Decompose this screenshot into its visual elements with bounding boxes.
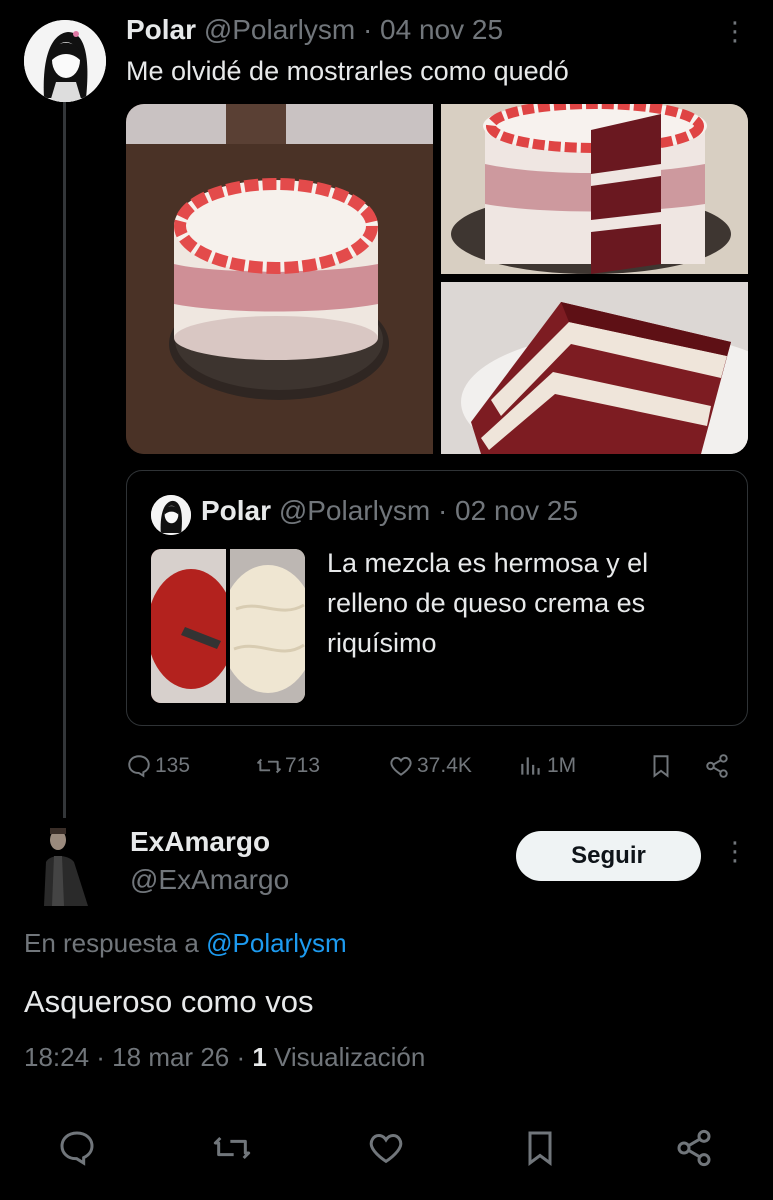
bookmark-icon — [528, 1131, 552, 1166]
retweet-action[interactable]: 713 — [256, 748, 320, 784]
retweet-count: 713 — [285, 754, 321, 777]
more-options-icon[interactable]: ⋮ — [722, 16, 748, 47]
quote-text: La mezcla es hermosa y el relleno de que… — [327, 548, 649, 658]
share-icon — [706, 754, 728, 778]
cake-slice-closeup-image[interactable] — [441, 282, 748, 454]
bookmark-button[interactable] — [518, 1126, 562, 1170]
retweet-icon — [257, 758, 281, 774]
reply-action[interactable]: 135 — [126, 748, 190, 784]
cake-sliced-image[interactable] — [441, 104, 748, 274]
reply-meta: 18:24 · 18 mar 26 · 1 Visualización — [24, 1042, 425, 1073]
reply-icon — [128, 755, 150, 778]
retweet-icon — [213, 1136, 251, 1160]
bookmark-icon — [653, 755, 669, 778]
reply-text: Asqueroso como vos — [24, 984, 314, 1019]
author-name[interactable]: Polar — [126, 14, 196, 45]
reply-action-bar — [0, 1120, 773, 1176]
like-button[interactable] — [364, 1126, 408, 1170]
avatar-image — [44, 826, 92, 906]
analytics-icon — [521, 757, 540, 775]
media-grid — [126, 104, 748, 454]
thread-connector-line — [63, 100, 66, 818]
views-count: 1M — [547, 754, 577, 777]
reply-icon — [60, 1131, 94, 1166]
share-action[interactable] — [704, 748, 730, 784]
in-reply-to: En respuesta a @Polarlysm — [24, 928, 347, 959]
quote-author-name: Polar — [201, 495, 272, 526]
more-options-icon[interactable]: ⋮ — [722, 836, 748, 867]
follow-button[interactable]: Seguir — [516, 831, 701, 881]
in-reply-prefix: En respuesta a — [24, 928, 199, 958]
like-count: 37.4K — [417, 754, 472, 777]
reply-views-label: Visualización — [266, 1042, 426, 1072]
reply-author-name[interactable]: ExAmargo — [130, 826, 270, 858]
tweet-date[interactable]: · 04 nov 25 — [363, 14, 503, 45]
heart-icon — [369, 1133, 403, 1164]
share-icon — [677, 1129, 711, 1167]
avatar[interactable] — [151, 495, 191, 535]
bookmark-action[interactable] — [648, 748, 674, 784]
avatar[interactable] — [44, 826, 92, 906]
reply-views-count: 1 — [252, 1042, 267, 1072]
reply-count: 135 — [155, 754, 191, 777]
reply-author-handle[interactable]: @ExAmargo — [130, 864, 289, 896]
tweet-text: Me olvidé de mostrarles como quedó — [126, 56, 569, 86]
cake-whole-image[interactable] — [126, 104, 433, 454]
quoted-tweet[interactable]: Polar @Polarlysm · 02 nov 25 La mezcla e… — [126, 470, 748, 726]
tweet-action-bar: 135 713 37.4K 1M — [126, 748, 748, 784]
quote-header: Polar @Polarlysm · 02 nov 25 — [201, 495, 578, 527]
avatar-image — [24, 20, 106, 102]
quote-author-handle: @Polarlysm — [278, 495, 431, 526]
cream-cheese-filling-image — [230, 549, 305, 703]
author-handle[interactable]: @Polarlysm — [204, 14, 355, 45]
avatar[interactable] — [24, 20, 106, 102]
reply-button[interactable] — [55, 1126, 99, 1170]
quote-date: · 02 nov 25 — [437, 495, 579, 526]
heart-icon — [390, 756, 412, 776]
retweet-button[interactable] — [210, 1126, 254, 1170]
like-action[interactable]: 37.4K — [388, 748, 472, 784]
in-reply-mention-link[interactable]: @Polarlysm — [206, 928, 347, 958]
batter-bowl-image — [151, 549, 226, 703]
avatar-image — [151, 495, 191, 535]
share-button[interactable] — [672, 1126, 716, 1170]
tweet-header: Polar @Polarlysm · 04 nov 25 — [126, 14, 503, 46]
reply-timestamp[interactable]: 18:24 · 18 mar 26 · — [24, 1042, 252, 1072]
views-action[interactable]: 1M — [518, 748, 576, 784]
